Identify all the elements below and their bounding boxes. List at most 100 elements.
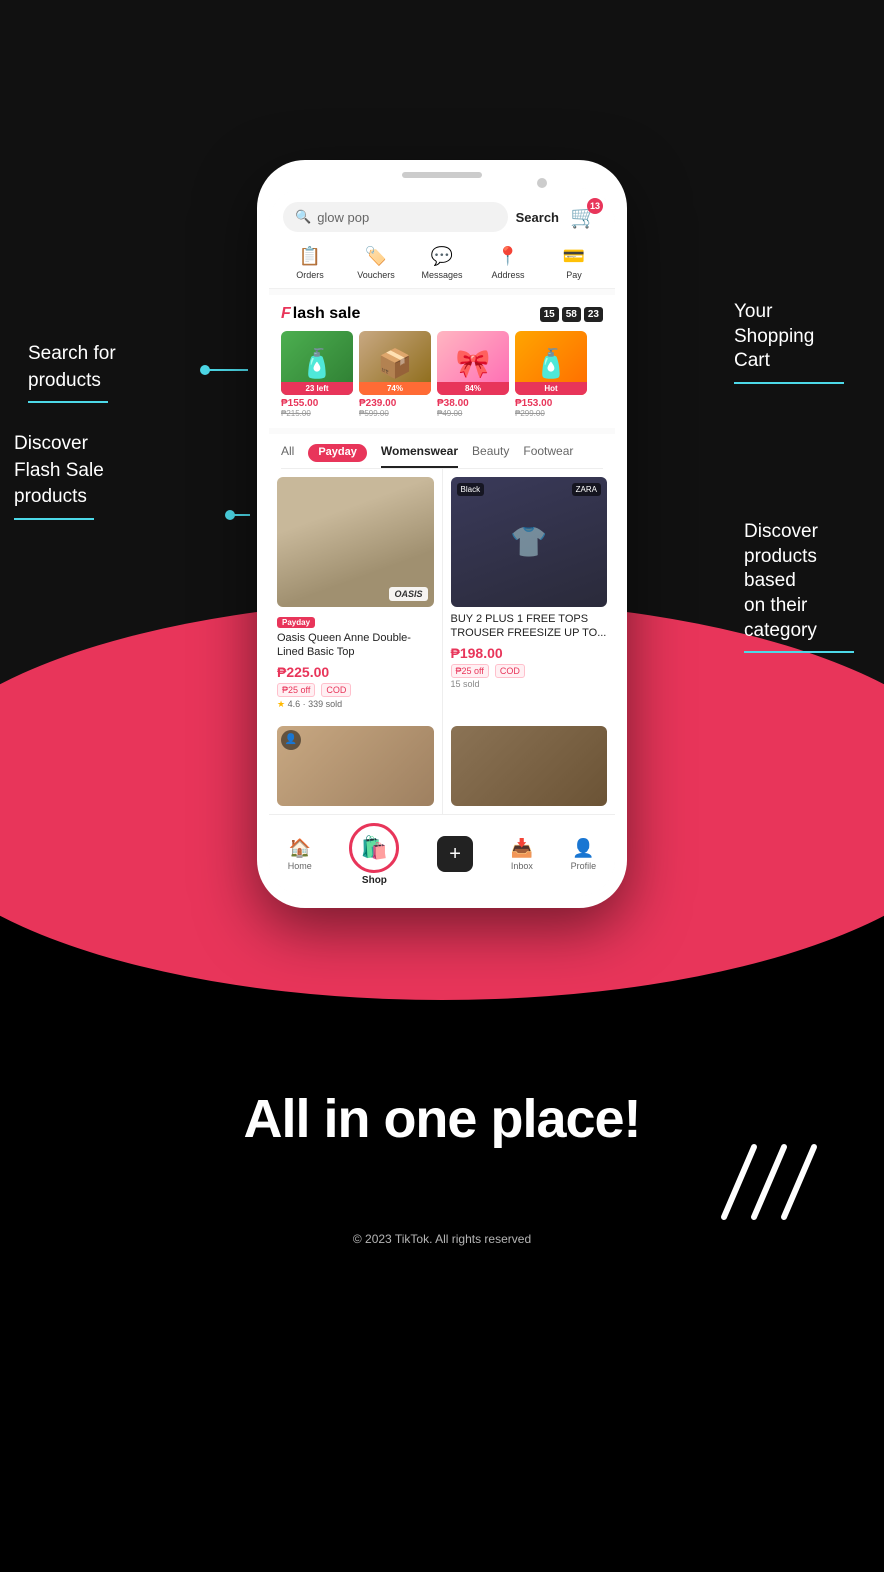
bn-inbox[interactable]: 📥 Inbox bbox=[511, 838, 533, 871]
flash-price-4: ₱153.00 bbox=[515, 398, 587, 409]
product-price-1: ₱225.00 bbox=[277, 664, 434, 680]
shop-label: Shop bbox=[362, 875, 387, 886]
screen-inner: 🔍 glow pop Search 🛒 13 📋 Orde bbox=[269, 188, 615, 896]
flash-products-row: 🧴 23 left ₱155.00 ₱215.00 📦 74% bbox=[281, 331, 603, 418]
bn-plus[interactable]: + bbox=[437, 836, 473, 872]
annotation-category: Discoverproductsbasedon theircategory bbox=[744, 520, 854, 653]
annotation-search: Search for products bbox=[28, 340, 116, 403]
flash-badge-3: 84% bbox=[437, 382, 509, 395]
product-rating-1: ★ 4.6 · 339 sold bbox=[277, 699, 434, 710]
category-tabs: All Payday Womenswear Beauty Footwear bbox=[269, 434, 615, 469]
flash-product-4[interactable]: 🧴 Hot ₱153.00 ₱299.00 bbox=[515, 331, 587, 418]
bn-profile[interactable]: 👤 Profile bbox=[571, 838, 597, 871]
flash-product-3[interactable]: 🎀 84% ₱38.00 ₱49.00 bbox=[437, 331, 509, 418]
messages-icon: 💬 bbox=[431, 246, 453, 267]
product-img-4 bbox=[451, 726, 608, 806]
flash-product-img-1: 🧴 23 left bbox=[281, 331, 353, 395]
phone-mockup: 🔍 glow pop Search 🛒 13 📋 Orde bbox=[257, 160, 627, 908]
address-icon: 📍 bbox=[497, 246, 519, 267]
nav-item-orders[interactable]: 📋 Orders bbox=[285, 246, 335, 280]
shop-button[interactable]: 🛍️ bbox=[349, 823, 399, 873]
tab-footwear[interactable]: Footwear bbox=[523, 444, 573, 468]
nav-item-messages[interactable]: 💬 Messages bbox=[417, 246, 467, 280]
bn-shop[interactable]: 🛍️ Shop bbox=[349, 823, 399, 886]
flash-orig-1: ₱215.00 bbox=[281, 409, 353, 418]
tagline: All in one place! bbox=[243, 1088, 640, 1150]
tab-womenswear[interactable]: Womenswear bbox=[381, 444, 458, 468]
discount-tag-2: ₱25 off bbox=[451, 664, 489, 678]
timer-hours: 15 bbox=[540, 307, 559, 322]
search-icon: 🔍 bbox=[295, 209, 311, 225]
flash-badge-1: 23 left bbox=[281, 382, 353, 395]
phone-camera bbox=[537, 178, 547, 188]
discount-tag-1: ₱25 off bbox=[277, 683, 315, 697]
phone-screen: 🔍 glow pop Search 🛒 13 📋 Orde bbox=[269, 188, 615, 896]
search-button[interactable]: Search bbox=[516, 210, 559, 225]
nav-icons-row: 📋 Orders 🏷️ Vouchers 💬 Messages 📍 bbox=[269, 242, 615, 289]
address-label: Address bbox=[491, 270, 524, 280]
search-bar: 🔍 glow pop Search 🛒 13 bbox=[269, 188, 615, 242]
flash-product-img-3: 🎀 84% bbox=[437, 331, 509, 395]
cart-icon-wrapper[interactable]: 🛒 13 bbox=[567, 200, 601, 234]
flash-product-img-2: 📦 74% bbox=[359, 331, 431, 395]
product-card-2[interactable]: 👕 Black ZARA BUY 2 PLUS 1 FREE TOPS TROU… bbox=[443, 469, 616, 718]
messages-label: Messages bbox=[421, 270, 462, 280]
flash-product-img-4: 🧴 Hot bbox=[515, 331, 587, 395]
product-name-2: BUY 2 PLUS 1 FREE TOPS TROUSER FREESIZE … bbox=[451, 612, 608, 641]
deco-svg bbox=[694, 1137, 824, 1227]
flash-icon: F bbox=[281, 305, 291, 323]
flash-product-1[interactable]: 🧴 23 left ₱155.00 ₱215.00 bbox=[281, 331, 353, 418]
flash-orig-4: ₱299.00 bbox=[515, 409, 587, 418]
tab-beauty[interactable]: Beauty bbox=[472, 444, 509, 468]
flash-price-1: ₱155.00 bbox=[281, 398, 353, 409]
payday-tag-1: Payday bbox=[277, 617, 315, 628]
bottom-nav: 🏠 Home 🛍️ Shop + 📥 Inbox bbox=[269, 814, 615, 896]
brand-tag-1: OASIS bbox=[389, 587, 427, 601]
flash-sale-label: lash sale bbox=[293, 305, 361, 323]
product-img-1: OASIS bbox=[277, 477, 434, 607]
bn-home[interactable]: 🏠 Home bbox=[288, 838, 312, 871]
flash-badge-2: 74% bbox=[359, 382, 431, 395]
nav-item-pay[interactable]: 💳 Pay bbox=[549, 246, 599, 280]
product-card-4[interactable] bbox=[443, 718, 616, 814]
star-icon: ★ bbox=[277, 699, 285, 709]
tops-stack-img: 👕 bbox=[451, 477, 608, 607]
profile-icon: 👤 bbox=[572, 838, 594, 859]
pay-label: Pay bbox=[566, 270, 582, 280]
tab-all[interactable]: All bbox=[281, 444, 294, 468]
product-price-2: ₱198.00 bbox=[451, 645, 608, 661]
profile-label: Profile bbox=[571, 861, 597, 871]
inbox-icon: 📥 bbox=[511, 838, 533, 859]
decorative-lines bbox=[694, 1137, 824, 1232]
home-icon: 🏠 bbox=[289, 838, 311, 859]
search-query: glow pop bbox=[317, 210, 369, 225]
product-card-1[interactable]: OASIS Payday Oasis Queen Anne Double-Lin… bbox=[269, 469, 442, 718]
flash-badge-4: Hot bbox=[515, 382, 587, 395]
product-name-1: Oasis Queen Anne Double-Lined Basic Top bbox=[277, 631, 434, 660]
nav-item-vouchers[interactable]: 🏷️ Vouchers bbox=[351, 246, 401, 280]
flash-orig-3: ₱49.00 bbox=[437, 409, 509, 418]
timer-seconds: 23 bbox=[584, 307, 603, 322]
plus-button[interactable]: + bbox=[437, 836, 473, 872]
annotation-cart: YourShoppingCart bbox=[734, 300, 844, 384]
flash-product-2[interactable]: 📦 74% ₱239.00 ₱599.00 bbox=[359, 331, 431, 418]
product-img-2: 👕 Black ZARA bbox=[451, 477, 608, 607]
flash-timer: 15 58 23 bbox=[540, 307, 603, 322]
product-grid-partial: 👤 bbox=[269, 718, 615, 814]
copyright: © 2023 TikTok. All rights reserved bbox=[353, 1232, 531, 1246]
product-card-3[interactable]: 👤 bbox=[269, 718, 442, 814]
flash-price-2: ₱239.00 bbox=[359, 398, 431, 409]
annotation-flash: Discover Flash Sale products bbox=[14, 430, 104, 520]
pay-icon: 💳 bbox=[563, 246, 585, 267]
nav-item-address[interactable]: 📍 Address bbox=[483, 246, 533, 280]
tab-payday[interactable]: Payday bbox=[308, 444, 367, 462]
inbox-label: Inbox bbox=[511, 861, 533, 871]
search-input-area[interactable]: 🔍 glow pop bbox=[283, 202, 508, 232]
timer-minutes: 58 bbox=[562, 307, 581, 322]
flash-sale-section: F lash sale 15 58 23 bbox=[269, 295, 615, 428]
flash-sale-title: F lash sale bbox=[281, 305, 360, 323]
copyright-wrapper: © 2023 TikTok. All rights reserved bbox=[353, 1230, 531, 1248]
orders-icon: 📋 bbox=[299, 246, 321, 267]
tabs-row: All Payday Womenswear Beauty Footwear bbox=[281, 444, 603, 469]
product-meta-2: ₱25 off COD bbox=[451, 664, 608, 678]
